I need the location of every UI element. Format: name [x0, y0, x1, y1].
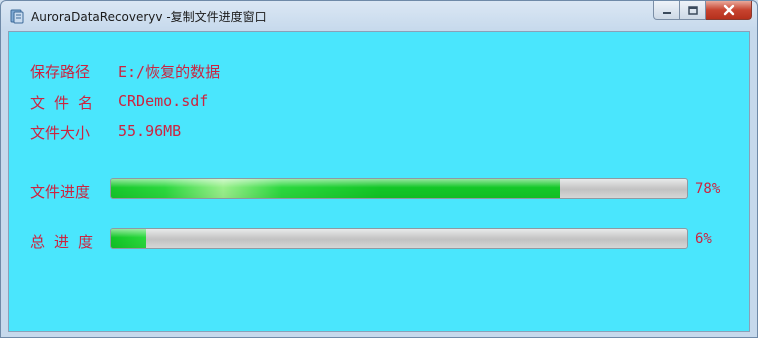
minimize-icon	[661, 1, 673, 20]
app-icon	[9, 8, 25, 24]
file-progress-fill	[111, 179, 561, 198]
total-progress-label: 总 进 度	[30, 233, 94, 251]
progress-window: AuroraDataRecoveryv -复制文件进度窗口 保存路径 E:/恢复…	[0, 0, 758, 338]
window-controls	[653, 1, 752, 21]
total-progress-fill	[111, 229, 146, 248]
file-name-value: CRDemo.sdf	[118, 92, 209, 110]
title-bar[interactable]: AuroraDataRecoveryv -复制文件进度窗口	[1, 1, 757, 31]
window-title: AuroraDataRecoveryv -复制文件进度窗口	[31, 10, 267, 24]
file-progress-label: 文件进度	[30, 183, 91, 201]
file-progress-bar	[110, 178, 688, 199]
close-icon	[722, 1, 736, 20]
file-size-value: 55.96MB	[118, 122, 182, 140]
file-name-label: 文 件 名	[30, 94, 94, 112]
file-progress-percent: 78%	[695, 181, 721, 197]
total-progress-bar	[110, 228, 688, 249]
total-progress-percent: 6%	[695, 231, 712, 247]
save-path-label: 保存路径	[30, 63, 91, 81]
maximize-icon	[687, 1, 699, 20]
file-size-label: 文件大小	[30, 124, 91, 142]
save-path-value: E:/恢复的数据	[118, 63, 221, 81]
maximize-button[interactable]	[680, 1, 706, 20]
dialog-content: 保存路径 E:/恢复的数据 文 件 名 CRDemo.sdf 文件大小 55.9…	[8, 31, 750, 332]
close-button[interactable]	[706, 1, 752, 20]
minimize-button[interactable]	[653, 1, 680, 20]
